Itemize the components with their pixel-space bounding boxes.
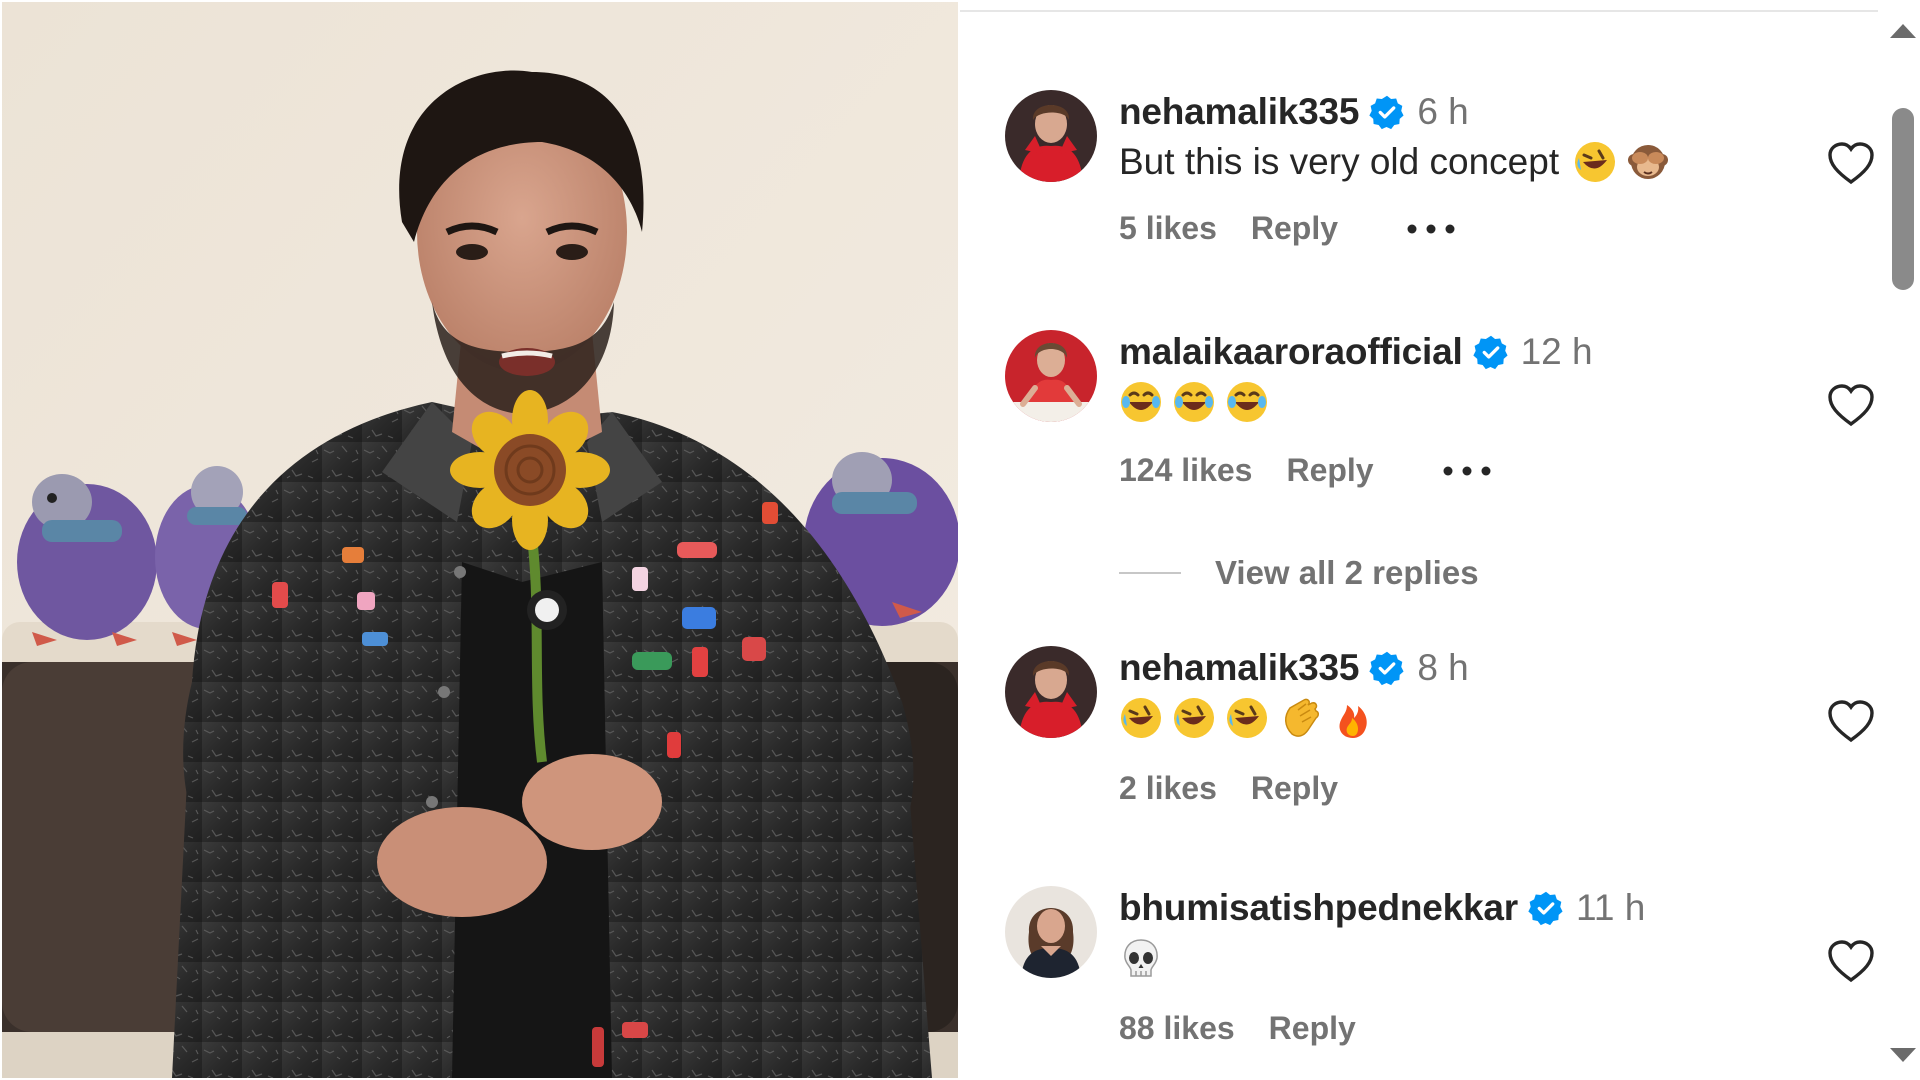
comments-panel: nehamalik335 6 h But this is very old co… — [960, 0, 1920, 1080]
tears-of-joy-emoji-icon — [1119, 380, 1163, 424]
likes-count[interactable]: 124 likes — [1119, 452, 1252, 489]
photo-illustration — [2, 2, 958, 1078]
reply-button[interactable]: Reply — [1251, 770, 1338, 807]
comment-meta: 88 likes Reply — [1119, 1010, 1356, 1047]
heart-outline-icon[interactable] — [1827, 142, 1875, 186]
avatar[interactable] — [1005, 886, 1097, 978]
heart-outline-icon[interactable] — [1827, 700, 1875, 744]
rolling-on-floor-laughing-emoji-icon — [1573, 140, 1617, 184]
likes-count[interactable]: 88 likes — [1119, 1010, 1235, 1047]
fire-emoji-icon — [1331, 696, 1375, 740]
comment-meta: 5 likes Reply — [1119, 210, 1456, 247]
avatar[interactable] — [1005, 90, 1097, 182]
comment-meta: 2 likes Reply — [1119, 770, 1338, 807]
verified-badge-icon — [1369, 95, 1404, 130]
vertical-scrollbar[interactable] — [1878, 0, 1920, 1080]
avatar[interactable] — [1005, 330, 1097, 422]
more-options-icon[interactable] — [1406, 223, 1456, 235]
rolling-on-floor-laughing-emoji-icon — [1225, 696, 1269, 740]
rolling-on-floor-laughing-emoji-icon — [1172, 696, 1216, 740]
reply-button[interactable]: Reply — [1251, 210, 1338, 247]
comment-username[interactable]: bhumisatishpednekkar — [1119, 887, 1518, 929]
previous-comment-cutoff — [960, 0, 1880, 12]
tears-of-joy-emoji-icon — [1172, 380, 1216, 424]
likes-count[interactable]: 2 likes — [1119, 770, 1217, 807]
verified-badge-icon — [1472, 335, 1508, 370]
comment-username[interactable]: nehamalik335 — [1119, 647, 1360, 689]
rolling-on-floor-laughing-emoji-icon — [1119, 696, 1163, 740]
reply-button[interactable]: Reply — [1286, 452, 1373, 489]
avatar-image-red-backdrop — [1005, 330, 1097, 422]
avatar-image-red-dress — [1005, 90, 1097, 182]
comment-meta: 124 likes Reply — [1119, 452, 1492, 489]
comment-time: 8 h — [1417, 647, 1469, 688]
screenshot-root: nehamalik335 6 h But this is very old co… — [0, 0, 1920, 1080]
comment-time: 11 h — [1576, 887, 1646, 928]
comment-text-row — [1119, 380, 1278, 424]
clapping-hands-emoji-icon — [1278, 696, 1322, 740]
likes-count[interactable]: 5 likes — [1119, 210, 1217, 247]
scroll-down-arrow-icon[interactable] — [1890, 1048, 1916, 1062]
view-replies-label: View all 2 replies — [1215, 554, 1479, 591]
comment-text: But this is very old concept — [1119, 141, 1560, 182]
verified-badge-icon — [1528, 891, 1563, 926]
heart-outline-icon[interactable] — [1827, 940, 1875, 984]
comment-text-row — [1119, 936, 1172, 980]
comment-text-row: But this is very old concept — [1119, 140, 1679, 184]
view-all-replies-button[interactable]: View all 2 replies — [1119, 554, 1479, 592]
see-no-evil-monkey-emoji-icon — [1626, 140, 1670, 184]
comment-time: 12 h — [1520, 331, 1593, 372]
tears-of-joy-emoji-icon — [1225, 380, 1269, 424]
reply-button[interactable]: Reply — [1269, 1010, 1356, 1047]
avatar-image-portrait — [1005, 886, 1097, 978]
video-frame-photo[interactable] — [2, 2, 958, 1078]
verified-badge-icon — [1369, 651, 1404, 686]
scroll-up-arrow-icon[interactable] — [1890, 24, 1916, 38]
comment-time: 6 h — [1417, 91, 1469, 132]
comment-text-row — [1119, 696, 1384, 740]
avatar-image-red-dress — [1005, 646, 1097, 738]
scrollbar-thumb[interactable] — [1892, 108, 1914, 290]
heart-outline-icon[interactable] — [1827, 384, 1875, 428]
replies-divider-line — [1119, 572, 1181, 574]
comment-username[interactable]: nehamalik335 — [1119, 91, 1360, 133]
comment-username[interactable]: malaikaaroraofficial — [1119, 331, 1463, 373]
skull-emoji-icon — [1119, 936, 1163, 980]
avatar[interactable] — [1005, 646, 1097, 738]
more-options-icon[interactable] — [1442, 465, 1492, 477]
